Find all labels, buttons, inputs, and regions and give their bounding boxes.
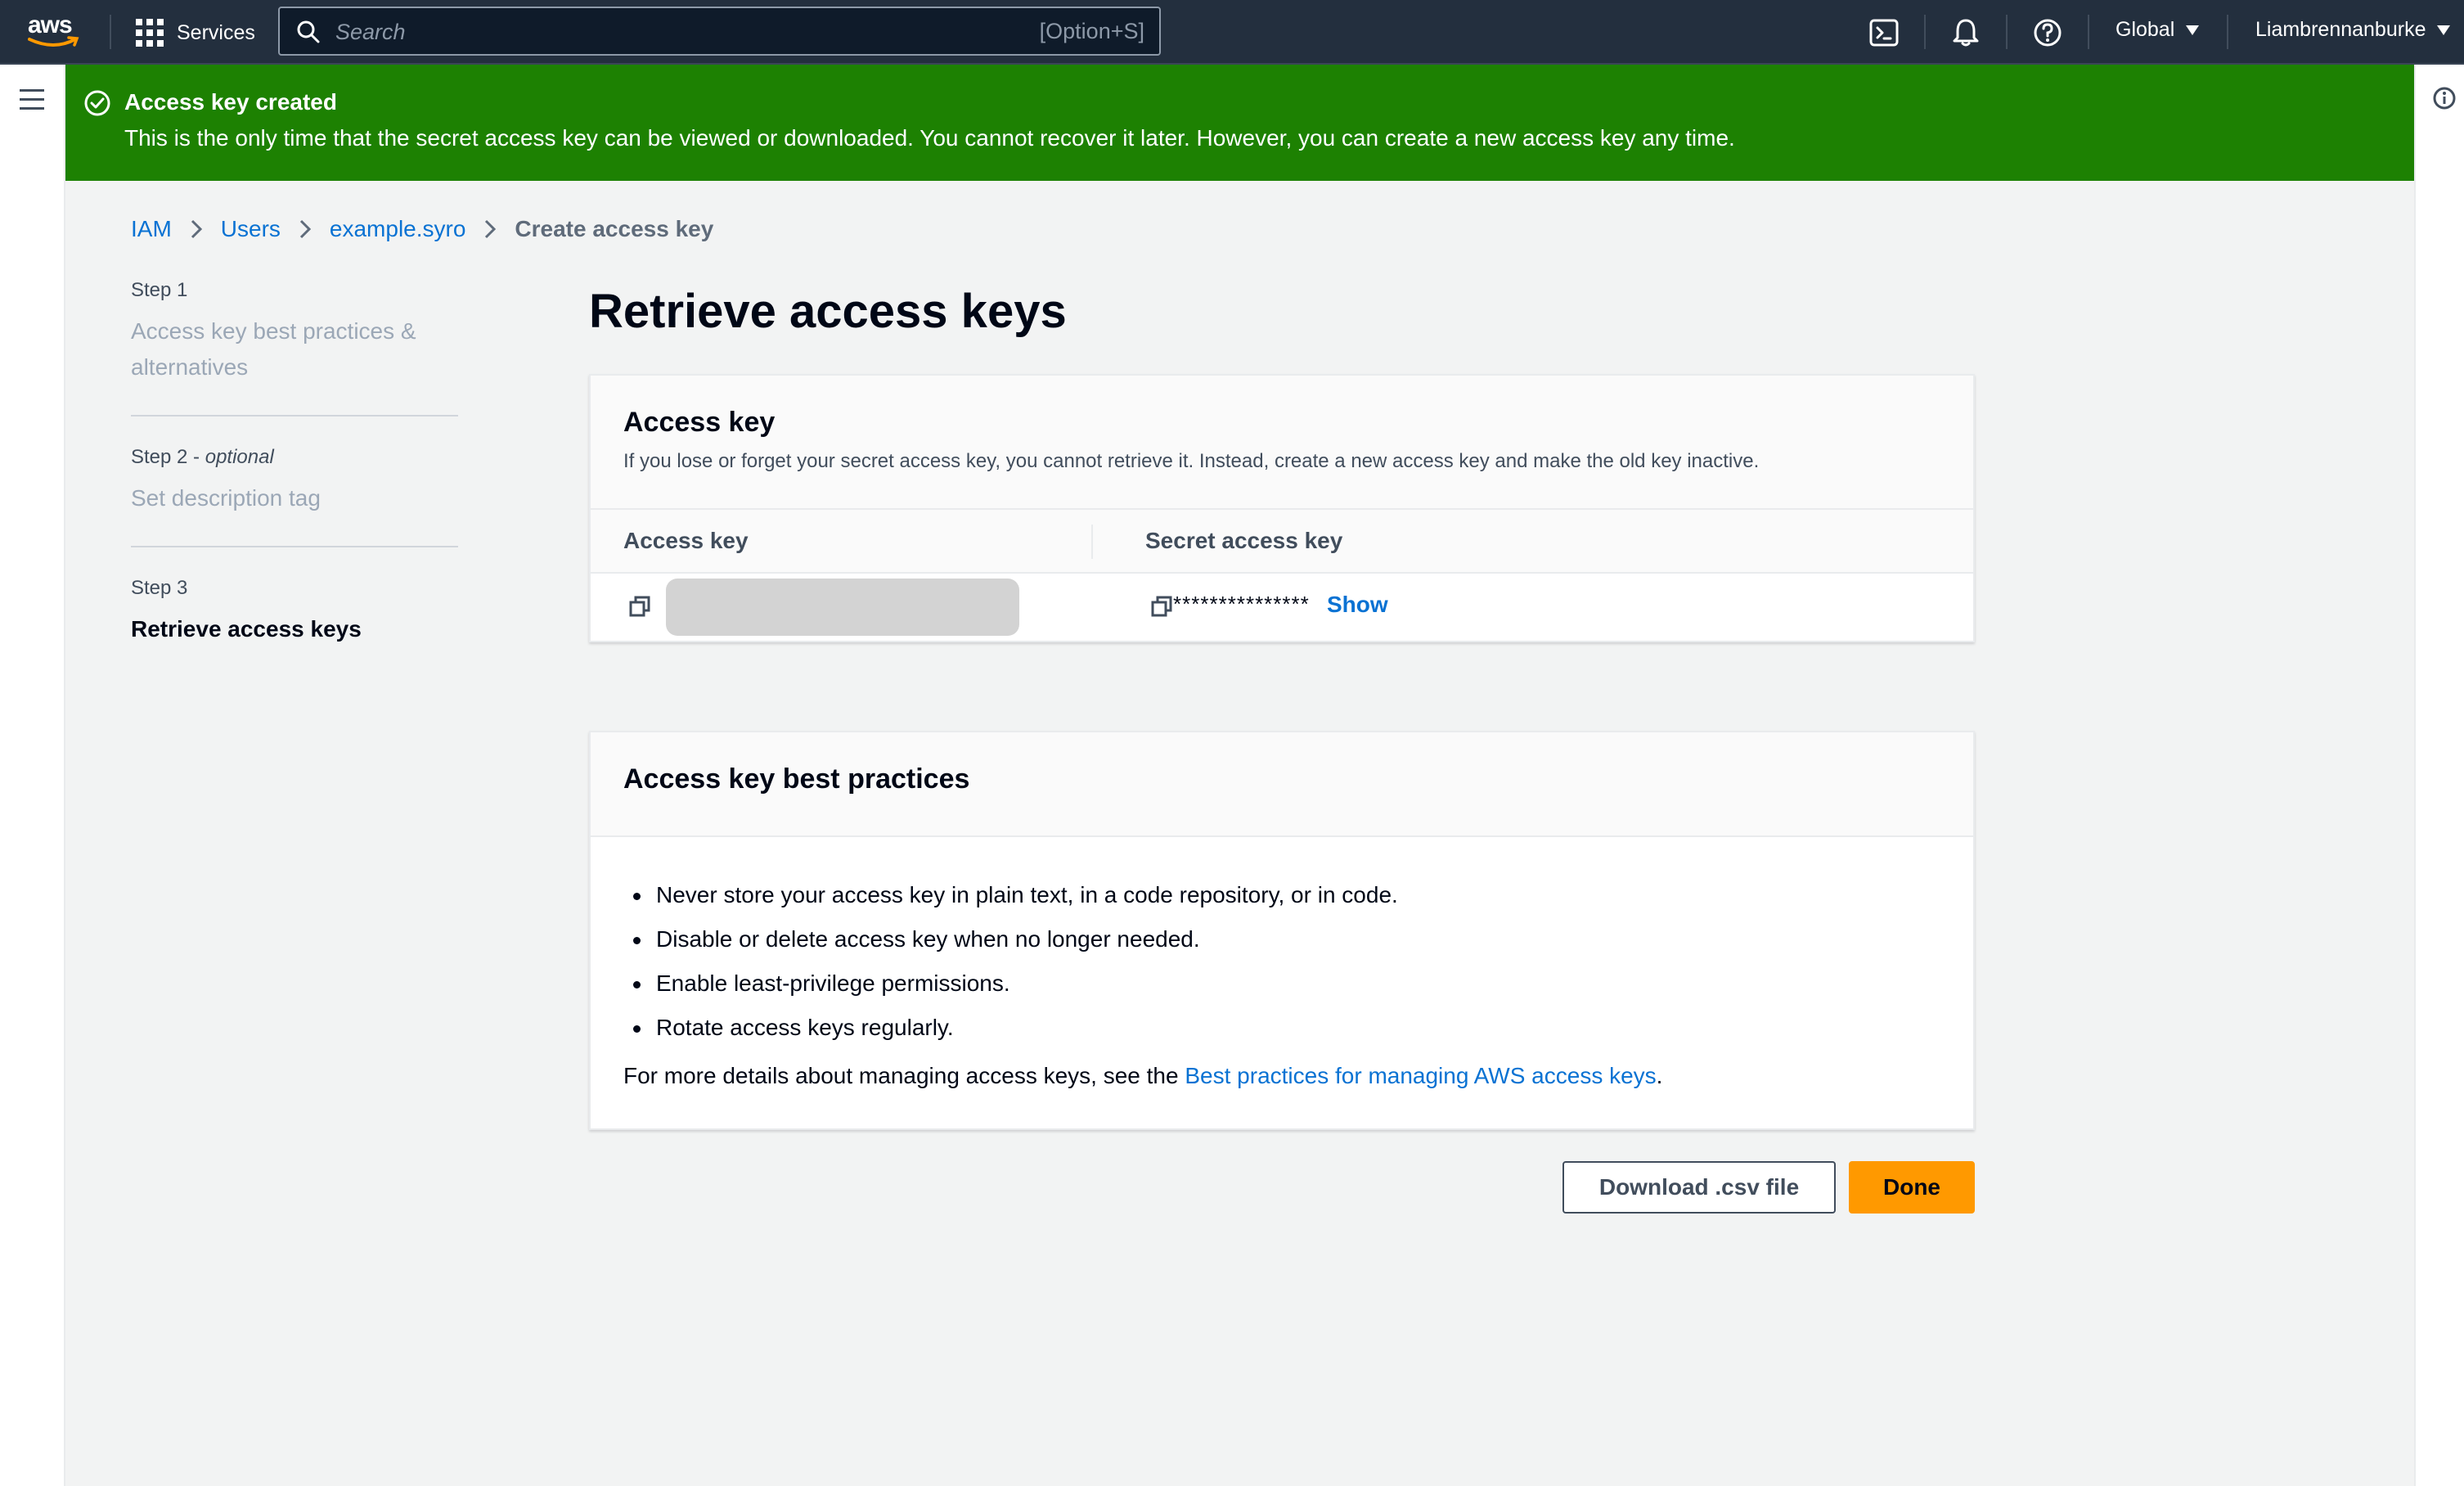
services-menu-button[interactable]: Services [136,18,255,47]
access-key-card: Access key If you lose or forget your se… [589,374,1975,642]
search-shortcut-hint: [Option+S] [1039,19,1144,43]
right-rail [2414,65,2464,1486]
menu-icon[interactable] [20,89,44,110]
search-box[interactable]: [Option+S] [278,7,1161,56]
aws-smile-icon [28,36,79,47]
main-content: Access key created This is the only time… [65,65,2414,1486]
aws-logo-text: aws [28,11,73,38]
best-practices-card: Access key best practices Never store yo… [589,731,1975,1130]
list-item: Enable least-privilege permissions. [623,961,1940,1006]
account-menu[interactable]: Liambrennanburke [2255,18,2451,42]
caret-down-icon [2437,25,2451,35]
best-practices-link[interactable]: Best practices for managing AWS access k… [1185,1063,1656,1088]
step-2[interactable]: Step 2 - optional Set description tag [131,446,458,547]
account-name: Liambrennanburke [2255,18,2426,41]
done-button[interactable]: Done [1849,1161,1975,1214]
details-suffix: . [1656,1063,1663,1088]
step-3: Step 3 Retrieve access keys [131,577,458,677]
access-key-value-redacted [666,579,1019,636]
step-number: Step 2 - optional [131,446,274,468]
left-rail [0,65,65,1486]
step-1[interactable]: Step 1 Access key best practices & alter… [131,279,458,417]
secret-key-masked: *************** [1173,592,1310,616]
search-icon [297,20,320,43]
best-practices-list: Never store your access key in plain tex… [623,873,1940,1050]
breadcrumb-user[interactable]: example.syro [330,216,466,242]
check-circle-icon [84,90,110,116]
download-csv-button[interactable]: Download .csv file [1562,1161,1836,1214]
chevron-right-icon [299,218,312,240]
cloudshell-icon[interactable] [1868,16,1900,49]
search-input[interactable] [335,16,990,47]
top-navigation: aws Services [Option+S] Gl [0,0,2464,65]
wizard-steps: Step 1 Access key best practices & alter… [131,279,458,706]
copy-secret-key-icon[interactable] [1150,595,1173,618]
step-number: Step 3 [131,577,188,599]
copy-access-key-icon[interactable] [628,595,651,618]
breadcrumb-iam[interactable]: IAM [131,216,172,242]
step-optional-label: optional [205,446,274,468]
aws-logo[interactable]: aws [28,11,82,52]
info-icon[interactable] [2432,86,2457,110]
chevron-right-icon [190,218,203,240]
access-key-row: *************** Show [591,574,1973,641]
secret-key-column-label: Secret access key [1145,528,1343,553]
best-practices-details: For more details about managing access k… [623,1063,1940,1089]
breadcrumb-users[interactable]: Users [221,216,281,242]
success-flashbar: Access key created This is the only time… [65,65,2414,181]
access-key-card-header: Access key If you lose or forget your se… [591,376,1973,510]
list-item: Never store your access key in plain tex… [623,873,1940,917]
step-title: Retrieve access keys [131,616,362,642]
nav-divider [2088,15,2089,49]
access-key-columns: Access key Secret access key [591,510,1973,574]
caret-down-icon [2186,25,2200,35]
best-practices-card-body: Never store your access key in plain tex… [591,837,1973,1089]
page-title: Retrieve access keys [589,285,1067,338]
app-grid-icon [136,19,164,47]
region-selector[interactable]: Global [2116,18,2200,42]
column-divider [1091,525,1093,559]
breadcrumb: IAM Users example.syro Create access key [131,216,713,242]
nav-divider [110,15,111,49]
nav-divider [2227,15,2228,49]
access-key-column-label: Access key [623,528,749,553]
access-key-card-title: Access key [623,407,776,438]
best-practices-card-title: Access key best practices [623,763,970,795]
step-title: Access key best practices & alternatives [131,318,416,380]
best-practices-card-header: Access key best practices [591,732,1973,837]
details-prefix: For more details about managing access k… [623,1063,1185,1088]
services-label: Services [177,20,255,44]
help-icon[interactable] [2031,16,2064,49]
step-number: Step 1 [131,279,188,301]
show-secret-link[interactable]: Show [1327,592,1388,618]
flash-title: Access key created [124,89,337,115]
flash-message: This is the only time that the secret ac… [124,125,1735,151]
list-item: Rotate access keys regularly. [623,1006,1940,1050]
chevron-right-icon [483,218,497,240]
bell-icon[interactable] [1949,16,1982,49]
access-key-card-description: If you lose or forget your secret access… [623,450,1760,472]
breadcrumb-current: Create access key [515,216,714,241]
region-label: Global [2116,18,2175,41]
list-item: Disable or delete access key when no lon… [623,917,1940,961]
nav-divider [1924,15,1926,49]
nav-divider [2006,15,2008,49]
step-title: Set description tag [131,485,321,511]
